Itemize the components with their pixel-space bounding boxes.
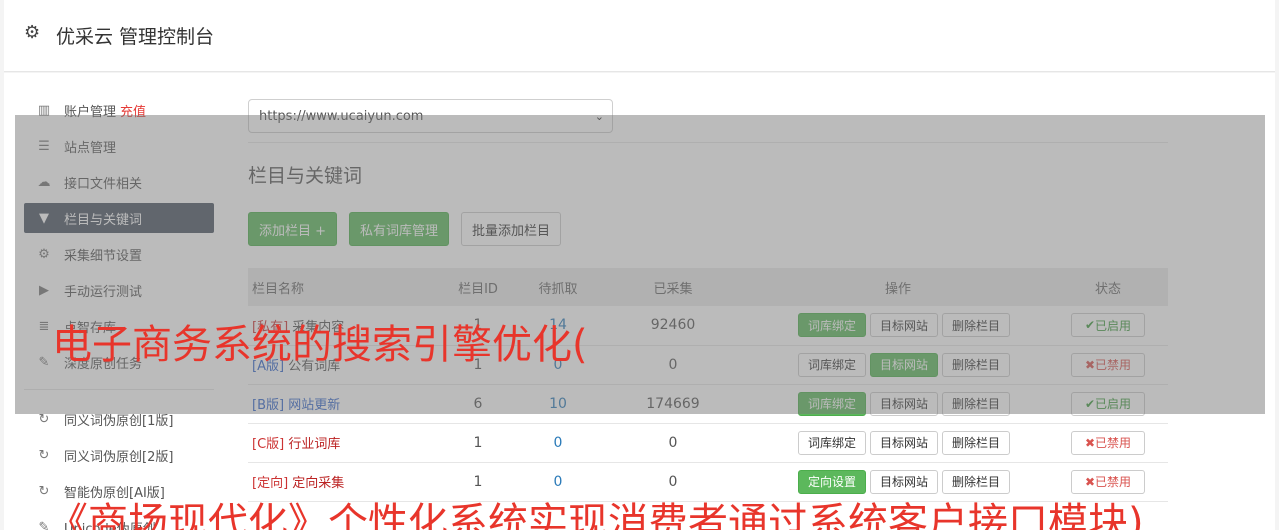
sidebar-item-label: 同义词伪原创[2版]: [64, 449, 174, 465]
header-bar: ⚙ 优采云 管理控制台: [4, 0, 1275, 72]
watermark-text-1: 电子商务系统的搜索引擎优化(: [52, 322, 588, 368]
row-name[interactable]: 定向采集: [292, 476, 344, 491]
bind-library-button[interactable]: 词库绑定: [798, 430, 867, 455]
row-prefix: [C版]: [252, 437, 285, 452]
sidebar-item-synonym-v2[interactable]: ↻ 同义词伪原创[2版]: [24, 440, 214, 470]
refresh-icon: ↻: [38, 447, 50, 463]
gear-icon: ⚙: [24, 22, 41, 43]
delete-column-button[interactable]: 删除栏目: [942, 430, 1011, 455]
row-id: 1: [473, 434, 483, 451]
row-collected: 0: [668, 434, 678, 451]
target-site-button[interactable]: 目标网站: [870, 430, 939, 455]
table-row: [C版] 行业词库 1 0 0 词库绑定 目标网站 删除栏目 ✖ 已禁用: [248, 423, 1168, 462]
status-badge[interactable]: ✖已禁用: [1071, 430, 1145, 455]
watermark-text-2: 《商场现代化》个性化系统实现消费者通过系统客户接口模块): [48, 500, 1144, 530]
page-title: 优采云 管理控制台: [56, 26, 215, 48]
row-pending[interactable]: 0: [554, 474, 563, 490]
row-prefix: [定向]: [252, 476, 289, 491]
row-name[interactable]: 行业词库: [288, 437, 340, 452]
close-icon: ✖: [1084, 435, 1096, 450]
row-pending[interactable]: 0: [554, 435, 563, 451]
close-icon: ✖: [1084, 474, 1096, 489]
